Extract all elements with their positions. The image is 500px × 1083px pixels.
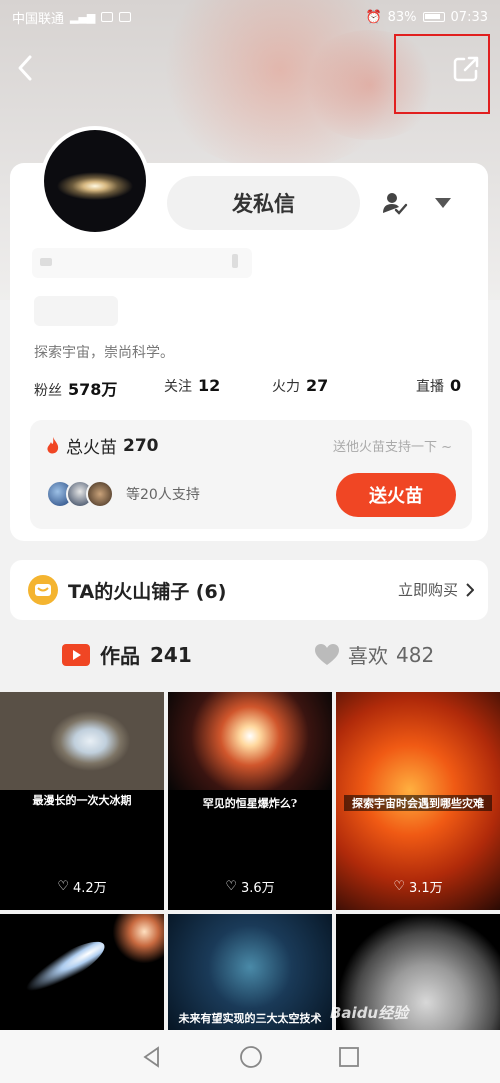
video-likes-count: 4.2万 bbox=[72, 881, 107, 896]
stat-fans[interactable]: 粉丝 578万 bbox=[34, 376, 117, 400]
fire-total: 总火苗 270 bbox=[46, 433, 159, 458]
home-circle-icon[interactable] bbox=[238, 1044, 264, 1070]
tab-works-count: 241 bbox=[150, 642, 192, 667]
tab-likes-count: 482 bbox=[396, 642, 435, 667]
stat-label: 直播 bbox=[416, 379, 444, 395]
signal-icon: ▂▄▆ bbox=[70, 10, 96, 24]
avatar[interactable] bbox=[40, 126, 150, 236]
video-tile[interactable]: 最漫长的一次大冰期 ♡ 4.2万 bbox=[0, 692, 164, 910]
stat-value: 0 bbox=[450, 376, 462, 395]
heart-icon bbox=[315, 643, 339, 665]
stat-value: 12 bbox=[198, 376, 221, 395]
clock-time: 07:33 bbox=[450, 9, 488, 25]
send-fire-label: 送火苗 bbox=[369, 486, 423, 507]
message-icon bbox=[119, 12, 132, 22]
stat-label: 粉丝 bbox=[34, 383, 62, 399]
battery-icon bbox=[422, 12, 445, 22]
video-likes: ♡ 3.6万 bbox=[168, 877, 332, 896]
stat-label: 关注 bbox=[164, 379, 192, 395]
buy-now-label: 立即购买 bbox=[397, 581, 458, 599]
supporters-count: 等20人支持 bbox=[126, 487, 200, 503]
video-likes-count: 3.6万 bbox=[240, 881, 275, 896]
video-play-icon bbox=[62, 643, 90, 666]
comet-thumbnail-image bbox=[0, 914, 164, 1032]
chevron-left-icon bbox=[18, 55, 32, 81]
supporters-list[interactable]: 等20人支持 bbox=[46, 480, 200, 508]
video-tile[interactable] bbox=[0, 914, 164, 1032]
heart-outline-icon: ♡ bbox=[393, 879, 405, 894]
tab-likes-label: 喜欢 bbox=[348, 644, 388, 668]
tab-works[interactable]: 作品 241 bbox=[62, 640, 192, 669]
heart-outline-icon: ♡ bbox=[225, 879, 237, 894]
video-likes: ♡ 3.1万 bbox=[336, 877, 500, 896]
tab-works-label: 作品 bbox=[100, 644, 140, 668]
video-caption: 未来有望实现的三大太空技术 bbox=[178, 1012, 322, 1025]
status-bar: 中国联通 ▂▄▆ ⏰ 83% 07:33 bbox=[0, 0, 500, 34]
send-fire-button[interactable]: 送火苗 bbox=[336, 473, 456, 517]
carrier-label: 中国联通 bbox=[12, 11, 65, 27]
username-redacted bbox=[32, 248, 252, 278]
profile-stats: 粉丝 578万 关注 12 火力 27 直播 0 bbox=[34, 376, 470, 402]
video-tile[interactable]: 探索宇宙时会遇到哪些灾难 ♡ 3.1万 bbox=[336, 692, 500, 910]
video-tile[interactable]: 未来有望实现的三大太空技术 bbox=[168, 914, 332, 1032]
video-caption: 探索宇宙时会遇到哪些灾难 bbox=[344, 795, 492, 811]
buy-now-link[interactable]: 立即购买 bbox=[398, 579, 474, 600]
fire-count: 270 bbox=[123, 435, 159, 456]
shop-title: TA的火山铺子 (6) bbox=[68, 581, 227, 603]
fire-hint: 送他火苗支持一下 ~ bbox=[332, 440, 452, 455]
shop-icon bbox=[28, 575, 58, 605]
video-tile[interactable]: 罕见的恒星爆炸么? ♡ 3.6万 bbox=[168, 692, 332, 910]
ice-thumbnail-image bbox=[0, 692, 164, 790]
more-dropdown-button[interactable] bbox=[428, 189, 458, 217]
chevron-right-icon bbox=[466, 582, 474, 597]
supporter-avatar bbox=[86, 480, 114, 508]
caret-down-icon bbox=[435, 198, 451, 208]
stat-firepower[interactable]: 火力 27 bbox=[272, 376, 328, 396]
alarm-icon: ⏰ bbox=[365, 9, 382, 25]
tab-likes[interactable]: 喜欢 482 bbox=[314, 640, 434, 669]
fire-label: 总火苗 bbox=[66, 438, 117, 458]
stat-label: 火力 bbox=[272, 379, 300, 395]
stat-following[interactable]: 关注 12 bbox=[164, 376, 220, 396]
video-likes-count: 3.1万 bbox=[408, 881, 443, 896]
flame-icon bbox=[47, 436, 59, 453]
back-button[interactable] bbox=[10, 50, 40, 86]
stat-value: 27 bbox=[306, 376, 329, 395]
galaxy-avatar-image bbox=[44, 130, 146, 232]
video-likes: ♡ 4.2万 bbox=[0, 877, 164, 896]
star-explosion-thumbnail-image bbox=[168, 692, 332, 790]
fire-support-panel: 总火苗 270 送他火苗支持一下 ~ 等20人支持 送火苗 bbox=[30, 420, 472, 529]
system-nav-bar bbox=[0, 1030, 500, 1083]
recents-square-icon[interactable] bbox=[338, 1046, 360, 1068]
wechat-icon bbox=[101, 12, 114, 22]
battery-percent: 83% bbox=[387, 9, 417, 25]
baidu-watermark: Baidu经验 bbox=[330, 1004, 409, 1022]
video-grid: 最漫长的一次大冰期 ♡ 4.2万 罕见的恒星爆炸么? ♡ 3.6万 探索宇宙时会… bbox=[0, 692, 500, 1032]
user-id-redacted bbox=[34, 296, 118, 326]
follow-button[interactable] bbox=[378, 185, 412, 221]
heart-outline-icon: ♡ bbox=[57, 879, 69, 894]
send-message-button[interactable]: 发私信 bbox=[167, 176, 360, 230]
profile-bio: 探索宇宙，崇尚科学。 bbox=[34, 345, 174, 361]
share-icon bbox=[453, 56, 479, 82]
stat-value: 578万 bbox=[68, 380, 118, 399]
video-caption: 罕见的恒星爆炸么? bbox=[202, 797, 298, 810]
video-caption: 最漫长的一次大冰期 bbox=[32, 794, 132, 807]
stat-live[interactable]: 直播 0 bbox=[416, 376, 461, 396]
user-check-icon bbox=[383, 193, 408, 215]
send-message-label: 发私信 bbox=[232, 192, 295, 216]
back-triangle-icon[interactable] bbox=[140, 1045, 164, 1069]
share-button[interactable] bbox=[449, 52, 483, 86]
shop-banner[interactable]: TA的火山铺子 (6) 立即购买 bbox=[10, 560, 488, 620]
